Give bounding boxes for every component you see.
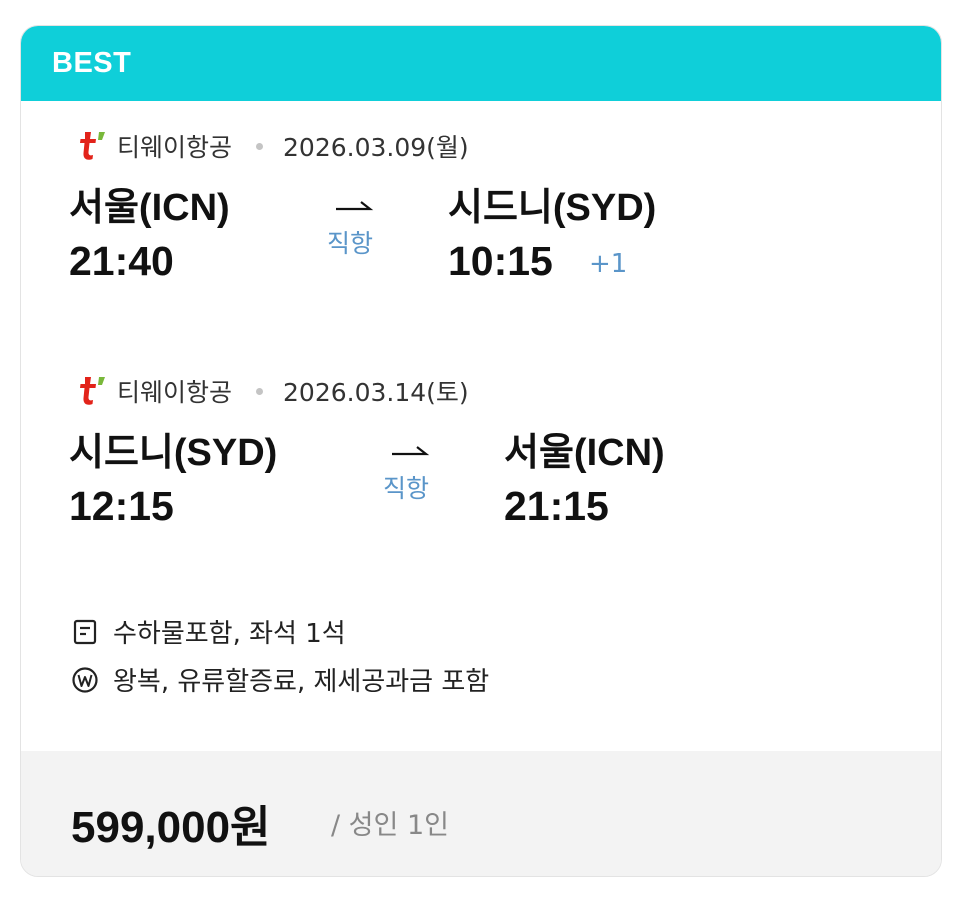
- outbound-segment: 티웨이항공 2026.03.09(월) 서울(ICN) 21:40 직항 시드니…: [21, 124, 941, 294]
- best-badge: BEST: [52, 47, 132, 79]
- tway-logo-icon: [80, 377, 105, 405]
- airline-row: 티웨이항공 2026.03.14(토): [77, 371, 469, 411]
- price-section: 599,000원 / 성인 1인: [21, 751, 941, 876]
- departure-time: 21:40: [69, 238, 174, 284]
- price-per-person: / 성인 1인: [331, 810, 449, 841]
- separator-dot: [256, 387, 264, 395]
- airline-row: 티웨이항공 2026.03.09(월): [77, 126, 469, 166]
- arrival-time: 10:15: [448, 238, 553, 284]
- inbound-segment: 티웨이항공 2026.03.14(토) 시드니(SYD) 12:15 직항 서울…: [21, 369, 941, 539]
- flight-date: 2026.03.14(토): [283, 378, 469, 407]
- departure-city: 서울(ICN): [69, 187, 230, 229]
- price-amount: 599,000원: [71, 803, 271, 852]
- arrival-city: 서울(ICN): [504, 432, 665, 474]
- tway-logo-icon: [80, 132, 105, 160]
- departure-time: 12:15: [69, 483, 174, 529]
- best-badge-bar: BEST: [21, 26, 941, 101]
- flight-date: 2026.03.09(월): [283, 133, 469, 162]
- baggage-text: 수하물포함, 좌석 1석: [113, 619, 346, 649]
- baggage-info: 수하물포함, 좌석 1석: [71, 613, 346, 650]
- airline-name: 티웨이항공: [117, 133, 233, 162]
- fare-text: 왕복, 유류할증료, 제세공과금 포함: [113, 667, 490, 697]
- fare-info: 왕복, 유류할증료, 제세공과금 포함: [71, 661, 489, 698]
- arrow-right-icon: [336, 201, 374, 211]
- arrival-city: 시드니(SYD): [448, 187, 657, 229]
- day-offset: +1: [589, 249, 628, 279]
- departure-city: 시드니(SYD): [69, 432, 278, 474]
- separator-dot: [256, 142, 264, 150]
- arrival-time: 21:15: [504, 483, 609, 529]
- baggage-doc-icon: [73, 619, 97, 644]
- flight-offer-card[interactable]: BEST 티웨이항공 2026.03.09(월) 서울(ICN) 21:40 직…: [20, 25, 942, 877]
- won-circle-icon: [72, 666, 98, 693]
- airline-name: 티웨이항공: [117, 378, 233, 407]
- flight-type-direct: 직항: [383, 474, 430, 503]
- arrow-right-icon: [392, 446, 430, 456]
- flight-type-direct: 직항: [327, 229, 374, 258]
